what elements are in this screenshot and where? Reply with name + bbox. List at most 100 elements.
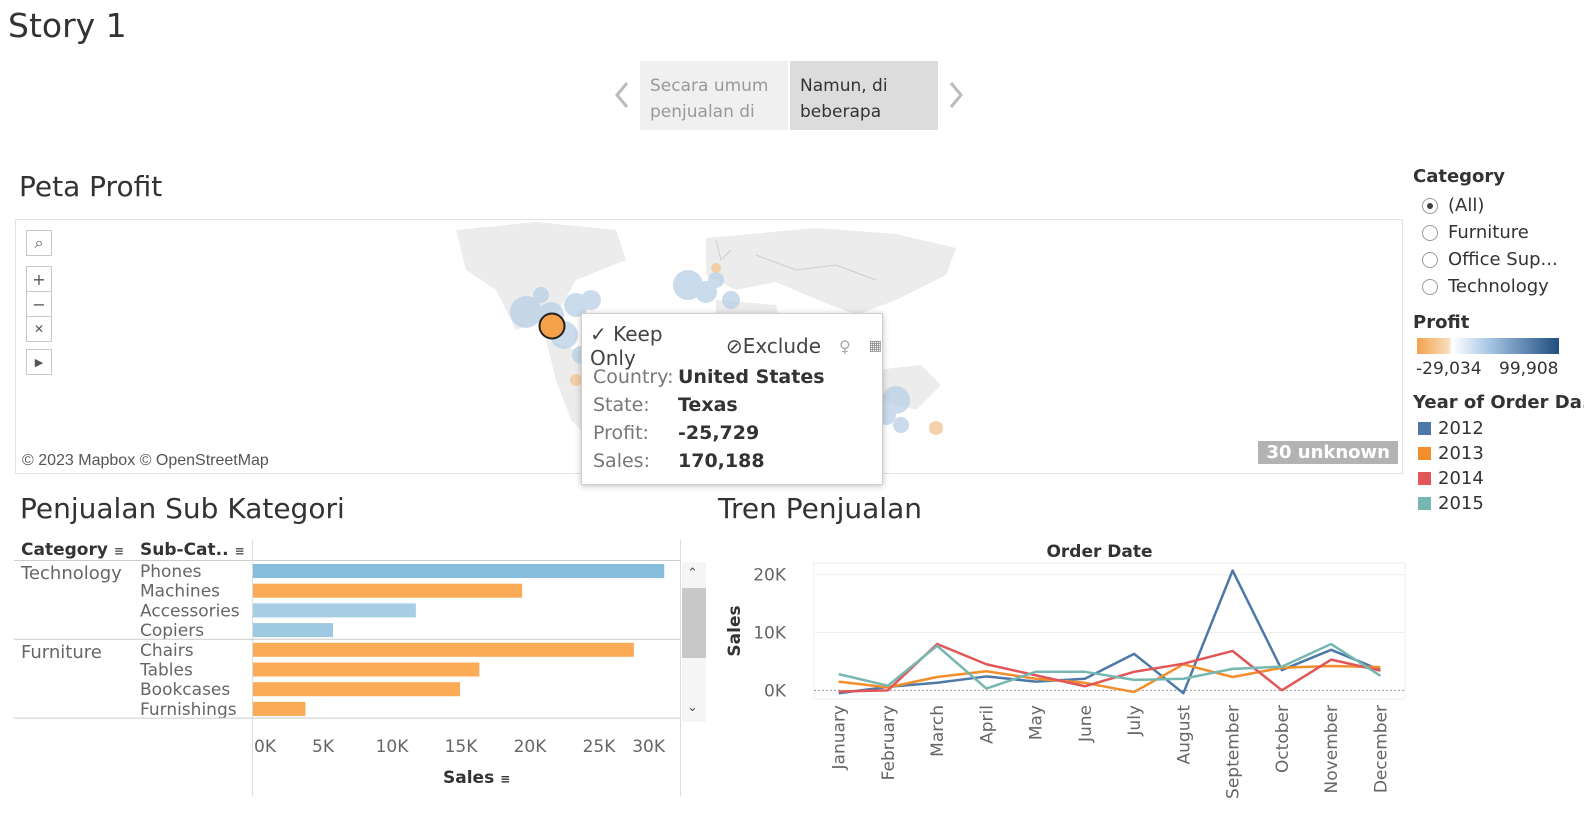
category-column-header[interactable]: Category ≡ [21, 540, 124, 560]
chart-header: Order Date [1046, 542, 1152, 562]
swatch [1418, 447, 1431, 460]
x-tick-label: 20K [514, 737, 548, 756]
unknown-badge[interactable]: 30 unknown [1258, 441, 1398, 464]
category-option-all[interactable]: (All) [1422, 195, 1484, 216]
sales-bar [253, 682, 460, 697]
map-title: Peta Profit [19, 170, 163, 203]
x-tick-label: October [1273, 705, 1293, 773]
next-arrow-icon[interactable] [944, 78, 968, 112]
year-legend-2013[interactable]: 2013 [1418, 443, 1484, 464]
x-tick-label: May [1027, 705, 1047, 740]
year-label: 2012 [1438, 418, 1484, 439]
radio-icon [1422, 251, 1438, 268]
y-tick-label: 10K [753, 623, 787, 643]
keep-only-button[interactable]: ✓ Keep Only [590, 322, 708, 370]
exclude-button[interactable]: ⊘Exclude [726, 334, 821, 358]
x-tick-label: 0K [254, 737, 277, 756]
subcategory-label: Furnishings [140, 700, 237, 720]
swatch [1418, 422, 1431, 435]
option-label: (All) [1448, 195, 1485, 216]
profit-color-ramp [1417, 338, 1559, 354]
expand-icon[interactable]: ▶ [26, 349, 52, 375]
subcategory-label: Chairs [140, 641, 194, 661]
option-label: Furniture [1448, 222, 1529, 243]
x-tick-label: June [1076, 705, 1096, 743]
exclude-label: Exclude [742, 334, 822, 358]
year-legend-2014[interactable]: 2014 [1418, 468, 1484, 489]
category-filter-title: Category [1413, 166, 1506, 187]
pin-icon[interactable]: ✕ [26, 316, 52, 342]
sales-bar [253, 564, 665, 578]
y-tick-label: 20K [753, 566, 787, 586]
x-tick-label: April [977, 705, 997, 744]
sort-icon[interactable]: ≡ [500, 772, 510, 786]
sales-bar [253, 642, 634, 657]
scroll-up-icon[interactable]: ⌃ [687, 566, 698, 581]
year-legend-2015[interactable]: 2015 [1418, 493, 1484, 514]
year-label: 2014 [1438, 468, 1484, 489]
tooltip-profit: Profit: -25,729 [593, 422, 760, 444]
subcategory-column-header[interactable]: Sub-Cat.. ≡ [140, 540, 245, 560]
x-tick-label: 30K [632, 737, 666, 756]
sales-axis-ticks: 0K 5K 10K 15K 20K 25K 30K [254, 737, 666, 756]
sales-bar [253, 662, 480, 677]
map-attribution: © 2023 Mapbox © OpenStreetMap [22, 452, 269, 469]
subcategory-label: Phones [140, 562, 202, 582]
sales-axis-title[interactable]: Sales ≡ [443, 768, 510, 788]
category-option-furniture[interactable]: Furniture [1422, 222, 1529, 243]
category-header-label: Category [21, 540, 108, 560]
category-option-technology[interactable]: Technology [1422, 276, 1549, 297]
x-tick-label: December [1371, 705, 1391, 793]
option-label: Technology [1448, 276, 1549, 297]
trend-title: Tren Penjualan [718, 492, 922, 525]
category-option-office-supplies[interactable]: Office Sup... [1422, 249, 1558, 270]
search-icon[interactable]: ⌕ [26, 230, 52, 256]
x-tick-label: January [830, 705, 850, 770]
sales-trend-chart[interactable]: Order Date 20K 10K 0K Sales January February Ma… [718, 536, 1410, 806]
group-icon[interactable]: ♀ [839, 337, 851, 356]
story-point-1[interactable]: Secara umum penjualan di [640, 61, 788, 130]
keep-only-label: Keep Only [590, 322, 663, 370]
radio-icon [1422, 224, 1438, 241]
subcategory-bars[interactable]: Technology PhonesMachinesAccessoriesCopie… [0, 560, 681, 726]
view-data-icon[interactable]: ▦ [869, 338, 882, 354]
zoom-out-icon[interactable]: − [26, 291, 52, 317]
sort-icon[interactable]: ≡ [234, 544, 244, 558]
sales-bar [253, 623, 334, 638]
year-label: 2015 [1438, 493, 1484, 514]
profit-max: 99,908 [1499, 359, 1559, 379]
tooltip-state: State: Texas [593, 394, 738, 416]
tooltip: ✓ Keep Only ⊘Exclude ♀ ▦ Country: United … [581, 313, 883, 485]
y-axis-title: Sales [725, 605, 745, 656]
subcategory-label: Machines [140, 582, 220, 602]
profit-min: -29,034 [1416, 359, 1482, 379]
scroll-down-icon[interactable]: ⌄ [687, 700, 698, 715]
subcategory-title: Penjualan Sub Kategori [20, 492, 345, 525]
selected-mark-texas[interactable] [537, 311, 567, 341]
year-label: 2013 [1438, 443, 1484, 464]
radio-icon [1422, 278, 1438, 295]
x-tick-label: August [1174, 705, 1194, 765]
zoom-in-icon[interactable]: + [26, 266, 52, 292]
tooltip-country: Country: United States [593, 366, 825, 388]
subcategory-label: Tables [139, 661, 193, 681]
subcategory-label: Bookcases [140, 680, 230, 700]
category-label: Furniture [21, 642, 102, 663]
year-legend-2012[interactable]: 2012 [1418, 418, 1484, 439]
y-tick-label: 0K [764, 681, 787, 701]
scroll-thumb[interactable] [682, 588, 706, 658]
sales-axis-label: Sales [443, 768, 495, 788]
sales-bar [253, 603, 416, 618]
x-tick-label: February [879, 705, 899, 780]
swatch [1418, 472, 1431, 485]
previous-arrow-icon[interactable] [610, 78, 634, 112]
category-label: Technology [20, 563, 122, 584]
x-tick-label: 10K [376, 737, 410, 756]
swatch [1418, 497, 1431, 510]
sort-icon[interactable]: ≡ [114, 544, 124, 558]
x-tick-label: 15K [445, 737, 479, 756]
vertical-scrollbar[interactable]: ⌃ ⌄ [682, 562, 706, 722]
story-point-2[interactable]: Namun, di beberapa [790, 61, 938, 130]
x-tick-label: July [1125, 705, 1145, 737]
sales-bar [253, 701, 306, 716]
